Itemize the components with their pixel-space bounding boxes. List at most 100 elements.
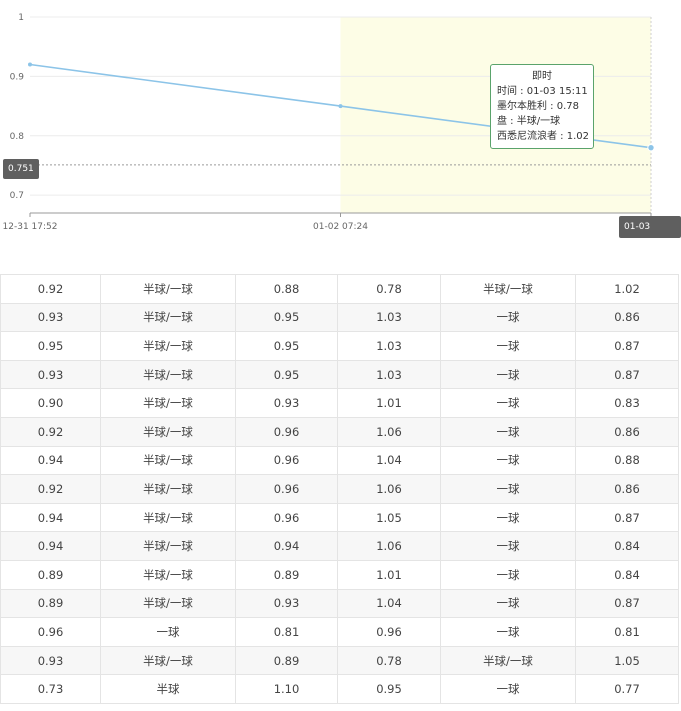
table-cell: 0.93 (0, 359, 101, 390)
table-cell: 一球 (440, 474, 576, 504)
table-cell: 0.78 (337, 274, 441, 304)
table-cell: 半球/一球 (440, 274, 576, 304)
odds-table: 0.92 半球/一球 0.88 0.78 半球/一球 1.02 0.93 半球/一球 0.95 1… (0, 274, 679, 704)
table-cell: 0.96 (235, 445, 338, 476)
table-cell: 0.81 (235, 617, 338, 647)
table-cell: 1.06 (337, 474, 441, 504)
table-cell: 0.87 (575, 359, 679, 390)
table-cell: 0.96 (235, 474, 338, 504)
table-row: 0.92 半球/一球 0.96 1.06 一球 0.86 (0, 474, 679, 504)
table-cell: 半球/一球 (100, 359, 236, 390)
table-row: 0.73 半球 1.10 0.95 一球 0.77 (0, 674, 679, 704)
table-cell: 0.73 (0, 674, 101, 704)
table-cell: 0.96 (337, 617, 441, 647)
table-row: 0.89 半球/一球 0.93 1.04 一球 0.87 (0, 588, 679, 619)
table-cell: 1.06 (337, 416, 441, 447)
table-cell: 1.10 (235, 674, 338, 704)
table-cell: 0.93 (0, 302, 101, 333)
table-cell: 0.96 (0, 617, 101, 647)
table-cell: 0.89 (0, 559, 101, 590)
table-cell: 0.93 (235, 388, 338, 418)
table-cell: 0.95 (235, 359, 338, 390)
table-cell: 0.94 (235, 531, 338, 561)
table-row: 0.96 一球 0.81 0.96 一球 0.81 (0, 617, 679, 647)
table-cell: 一球 (440, 302, 576, 333)
table-cell: 0.87 (575, 331, 679, 361)
table-cell: 一球 (440, 388, 576, 418)
table-cell: 半球/一球 (100, 531, 236, 561)
table-cell: 0.94 (0, 502, 101, 533)
table-cell: 0.84 (575, 559, 679, 590)
table-row: 0.93 半球/一球 0.89 0.78 半球/一球 1.05 (0, 645, 679, 676)
table-cell: 0.94 (0, 445, 101, 476)
table-cell: 0.89 (0, 588, 101, 619)
y-tick-label: 1 (18, 13, 24, 23)
table-row: 0.95 半球/一球 0.95 1.03 一球 0.87 (0, 331, 679, 361)
y-tick-label: 0.9 (10, 72, 25, 82)
table-cell: 0.93 (235, 588, 338, 619)
table-cell: 一球 (440, 331, 576, 361)
table-cell: 0.86 (575, 416, 679, 447)
tooltip-home-odds: 墨尔本胜利 : 0.78 (497, 101, 579, 112)
table-cell: 一球 (440, 531, 576, 561)
table-cell: 半球/一球 (100, 388, 236, 418)
table-cell: 1.05 (337, 502, 441, 533)
table-cell: 0.86 (575, 474, 679, 504)
table-cell: 0.81 (575, 617, 679, 647)
table-row: 0.94 半球/一球 0.94 1.06 一球 0.84 (0, 531, 679, 561)
table-cell: 1.03 (337, 331, 441, 361)
table-cell: 1.04 (337, 588, 441, 619)
table-cell: 一球 (440, 588, 576, 619)
table-cell: 半球/一球 (100, 502, 236, 533)
table-cell: 半球/一球 (100, 331, 236, 361)
table-cell: 0.92 (0, 474, 101, 504)
table-cell: 0.88 (575, 445, 679, 476)
table-cell: 0.84 (575, 531, 679, 561)
table-cell: 一球 (440, 617, 576, 647)
table-cell: 一球 (440, 416, 576, 447)
table-cell: 0.95 (0, 331, 101, 361)
table-cell: 一球 (440, 502, 576, 533)
table-cell: 半球/一球 (100, 474, 236, 504)
table-row: 0.94 半球/一球 0.96 1.04 一球 0.88 (0, 445, 679, 476)
table-cell: 半球/一球 (100, 445, 236, 476)
crosshair-y-badge: 0.751 (3, 159, 39, 179)
table-cell: 半球/一球 (440, 645, 576, 676)
y-tick-label: 0.8 (10, 132, 25, 142)
table-cell: 0.89 (235, 645, 338, 676)
table-cell: 半球/一球 (100, 302, 236, 333)
table-cell: 一球 (100, 617, 236, 647)
table-row: 0.92 半球/一球 0.96 1.06 一球 0.86 (0, 416, 679, 447)
table-cell: 1.04 (337, 445, 441, 476)
table-cell: 1.01 (337, 388, 441, 418)
data-point (28, 62, 32, 67)
table-cell: 0.90 (0, 388, 101, 418)
crosshair-x-badge: 01-03 15:11 (619, 216, 681, 254)
table-cell: 0.95 (235, 302, 338, 333)
chart-tooltip: 即时 时间 : 01-03 15:11 墨尔本胜利 : 0.78 盘 : 半球/… (490, 64, 594, 149)
table-cell: 0.87 (575, 588, 679, 619)
table-row: 0.92 半球/一球 0.88 0.78 半球/一球 1.02 (0, 274, 679, 304)
y-tick-label: 0.7 (10, 191, 24, 201)
table-cell: 0.77 (575, 674, 679, 704)
table-cell: 半球/一球 (100, 588, 236, 619)
table-row: 0.94 半球/一球 0.96 1.05 一球 0.87 (0, 502, 679, 533)
table-cell: 0.92 (0, 274, 101, 304)
odds-line-chart: 1 0.9 0.8 0.7 12-31 17:52 01-02 07:24 即时 时间 :… (0, 0, 681, 262)
table-cell: 0.94 (0, 531, 101, 561)
table-cell: 一球 (440, 359, 576, 390)
table-cell: 0.78 (337, 645, 441, 676)
table-cell: 1.02 (575, 274, 679, 304)
table-cell: 0.95 (235, 331, 338, 361)
table-cell: 半球/一球 (100, 559, 236, 590)
tooltip-handicap: 盘 : 半球/一球 (497, 116, 561, 127)
table-cell: 1.03 (337, 359, 441, 390)
table-cell: 1.03 (337, 302, 441, 333)
tooltip-time: 时间 : 01-03 15:11 (497, 86, 588, 97)
table-cell: 0.92 (0, 416, 101, 447)
table-row: 0.93 半球/一球 0.95 1.03 一球 0.87 (0, 359, 679, 390)
table-row: 0.93 半球/一球 0.95 1.03 一球 0.86 (0, 302, 679, 333)
table-cell: 一球 (440, 674, 576, 704)
table-cell: 0.87 (575, 502, 679, 533)
tooltip-away-odds: 西悉尼流浪者 : 1.02 (497, 131, 589, 142)
